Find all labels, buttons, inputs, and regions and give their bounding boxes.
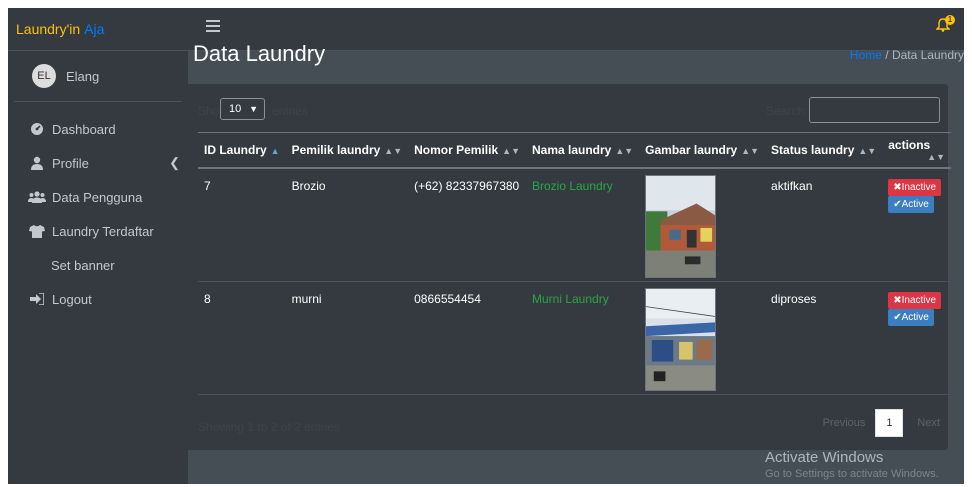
watermark-subtitle: Go to Settings to activate Windows. xyxy=(765,468,939,480)
tshirt-icon xyxy=(28,224,46,238)
sort-asc-icon: ▲ xyxy=(270,146,280,156)
user-panel[interactable]: EL Elang xyxy=(14,51,182,102)
pagination: Previous 1 Next xyxy=(823,409,940,437)
active-button[interactable]: ✔Active xyxy=(888,309,934,326)
cell-owner: Brozio xyxy=(285,168,409,282)
breadcrumb: Home / Data Laundry xyxy=(850,48,964,62)
notification-bell-icon[interactable]: 1 xyxy=(935,15,955,35)
chevron-left-icon: ❮ xyxy=(169,155,180,170)
sidebar-item-label: Data Pengguna xyxy=(52,189,143,205)
pagination-previous[interactable]: Previous xyxy=(823,417,866,429)
sort-icon: ▲▼ xyxy=(384,146,403,156)
table-row: 7 Brozio (+62) 82337967380 Brozio Laundr… xyxy=(198,168,952,282)
sidebar-item-label: Dashboard xyxy=(52,121,116,137)
table-header-row: ID Laundry ▲ Pemilik laundry ▲▼ Nomor Pemi… xyxy=(198,132,952,169)
sidebar-item-label: Laundry Terdaftar xyxy=(52,223,154,239)
pagination-next[interactable]: Next xyxy=(917,417,940,429)
search-input[interactable] xyxy=(809,97,940,123)
laundry-photo xyxy=(645,288,717,391)
active-button[interactable]: ✔Active xyxy=(888,196,934,213)
sidebar-item-label: Logout xyxy=(52,291,92,307)
sidebar-item-data-pengguna[interactable]: Data Pengguna xyxy=(8,180,188,214)
cell-status: aktifkan xyxy=(765,168,883,282)
sidebar-item-label: Set banner xyxy=(51,257,115,273)
column-header-name[interactable]: Nama laundry ▲▼ xyxy=(525,132,640,169)
laundry-photo xyxy=(645,175,717,278)
check-icon: ✔ xyxy=(893,312,902,323)
sidebar-item-profile[interactable]: Profile ❮ xyxy=(8,146,188,180)
user-name: Elang xyxy=(66,68,100,84)
column-header-id[interactable]: ID Laundry ▲ xyxy=(198,132,286,169)
sort-icon: ▲▼ xyxy=(741,146,760,156)
page-title: Data Laundry xyxy=(193,41,326,66)
logout-icon xyxy=(28,293,46,305)
sidebar-item-label: Profile xyxy=(52,155,89,171)
cell-image xyxy=(639,168,766,282)
table-row: 8 murni 0866554454 Murni Laundry diprose… xyxy=(198,281,952,395)
column-header-owner[interactable]: Pemilik laundry ▲▼ xyxy=(285,132,409,169)
sidebar-item-set-banner[interactable]: Set banner xyxy=(8,248,188,282)
cell-actions: ✖Inactive✔Active xyxy=(882,281,952,395)
page-size-select[interactable]: 10 ▼ xyxy=(220,98,265,120)
close-icon: ✖ xyxy=(893,295,902,306)
cell-phone: 0866554454 xyxy=(408,281,526,395)
cell-owner: murni xyxy=(285,281,409,395)
close-icon: ✖ xyxy=(893,182,902,193)
users-icon xyxy=(28,191,46,203)
data-table-card: Show 10 ▼ entries Search: ID Laundry ▲ Pe… xyxy=(186,84,952,450)
activate-windows-watermark: Activate Windows Go to Settings to activ… xyxy=(765,449,939,480)
laundry-table: ID Laundry ▲ Pemilik laundry ▲▼ Nomor Pemi… xyxy=(198,132,952,395)
cell-laundry-name: Brozio Laundry xyxy=(525,168,640,282)
sidebar-item-logout[interactable]: Logout xyxy=(8,282,188,316)
avatar: EL xyxy=(32,64,56,88)
table-info: Showing 1 to 2 of 2 entries xyxy=(198,420,341,434)
cell-image xyxy=(639,281,766,395)
sidebar-item-dashboard[interactable]: Dashboard xyxy=(8,112,188,146)
inactive-button[interactable]: ✖Inactive xyxy=(888,179,942,196)
chevron-down-icon: ▼ xyxy=(249,104,258,114)
cell-id: 8 xyxy=(198,281,286,395)
watermark-title: Activate Windows xyxy=(765,449,884,466)
sidebar-nav: Dashboard Profile ❮ Data Pengguna Laundr… xyxy=(8,102,188,316)
sort-icon: ▲▼ xyxy=(615,146,634,156)
column-header-actions[interactable]: actions ▲▼ xyxy=(882,132,952,169)
cell-laundry-name: Murni Laundry xyxy=(525,281,640,395)
inactive-button[interactable]: ✖Inactive xyxy=(888,292,942,309)
column-header-image[interactable]: Gambar laundry ▲▼ xyxy=(639,132,766,169)
dashboard-icon xyxy=(28,122,46,136)
brand-name-part2: Aja xyxy=(84,21,105,37)
brand-logo[interactable]: Laundry'in Aja xyxy=(8,8,188,51)
cell-status: diproses xyxy=(765,281,883,395)
column-header-phone[interactable]: Nomor Pemilik ▲▼ xyxy=(408,132,526,169)
sidebar-item-laundry-terdaftar[interactable]: Laundry Terdaftar xyxy=(8,214,188,248)
brand-name-part1: Laundry'in xyxy=(16,21,81,37)
cell-actions: ✖Inactive✔Active xyxy=(882,168,952,282)
hamburger-menu-icon[interactable] xyxy=(206,20,220,35)
sort-icon: ▲▼ xyxy=(502,146,520,156)
notification-badge: 1 xyxy=(945,15,955,25)
page-size-value: 10 xyxy=(229,103,242,115)
search-label: Search: xyxy=(766,104,808,118)
sort-icon: ▲▼ xyxy=(927,152,946,162)
check-icon: ✔ xyxy=(893,199,902,210)
cell-id: 7 xyxy=(198,168,286,282)
breadcrumb-home-link[interactable]: Home xyxy=(850,48,882,62)
pagination-page-1[interactable]: 1 xyxy=(875,409,904,437)
user-icon xyxy=(28,156,46,170)
breadcrumb-separator: / xyxy=(885,48,889,62)
column-header-status[interactable]: Status laundry ▲▼ xyxy=(765,132,883,169)
sidebar: Laundry'in Aja EL Elang Dashboard Profil… xyxy=(8,8,188,484)
breadcrumb-current: Data Laundry xyxy=(891,48,964,62)
entries-label: entries xyxy=(272,104,309,118)
sort-icon: ▲▼ xyxy=(858,146,877,156)
cell-phone: (+62) 82337967380 xyxy=(408,168,526,282)
